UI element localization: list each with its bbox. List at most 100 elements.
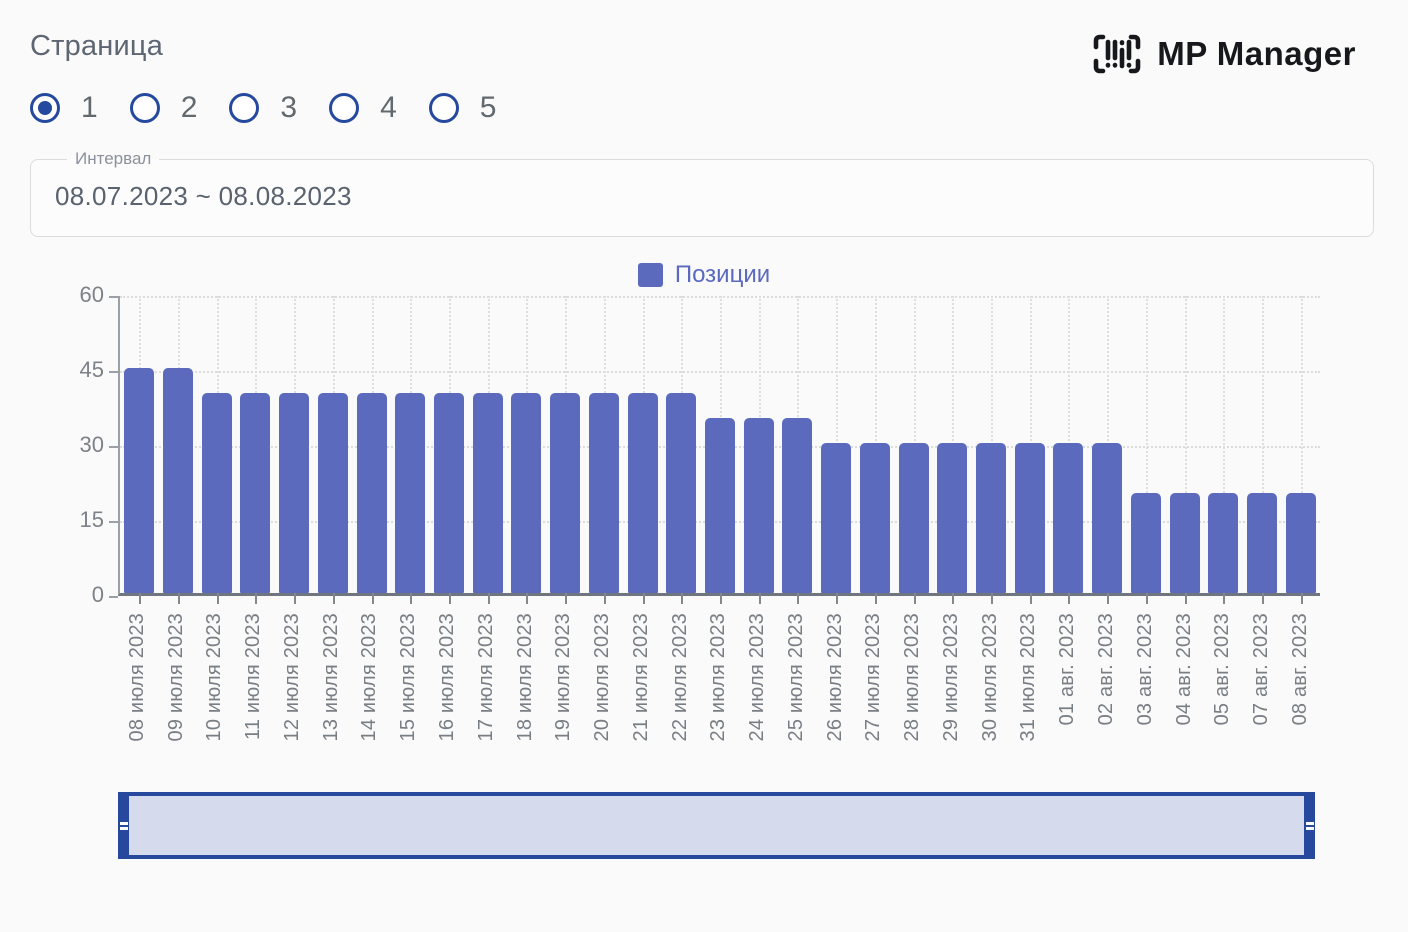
bar-slot <box>236 296 275 604</box>
interval-field[interactable]: Интервал 08.07.2023 ~ 08.08.2023 <box>30 149 1374 237</box>
bar-19 июля 2023[interactable] <box>550 393 581 593</box>
page-radio-2[interactable]: 2 <box>129 91 197 125</box>
x-axis-label: 13 июля 2023 <box>319 613 342 742</box>
x-axis-label: 08 авг. 2023 <box>1288 613 1311 726</box>
bar-26 июля 2023[interactable] <box>821 443 852 593</box>
bar-08 авг. 2023[interactable] <box>1285 493 1316 593</box>
bar-18 июля 2023[interactable] <box>511 393 542 593</box>
bar-slot <box>507 296 546 604</box>
bar-23 июля 2023[interactable] <box>704 418 735 593</box>
x-label-cell: 20 июля 2023 <box>583 596 622 774</box>
bar-slot <box>778 296 817 604</box>
bar-slot <box>1126 296 1165 604</box>
bar-13 июля 2023[interactable] <box>317 393 348 593</box>
bar-slot <box>701 296 740 604</box>
bar-11 июля 2023[interactable] <box>240 393 271 593</box>
bar-05 авг. 2023[interactable] <box>1208 493 1239 593</box>
page-radio-1[interactable]: 1 <box>30 91 98 125</box>
range-handle-right[interactable] <box>1304 792 1315 859</box>
x-axis-tick <box>1107 593 1110 604</box>
bar-27 июля 2023[interactable] <box>859 443 890 593</box>
bar-10 июля 2023[interactable] <box>201 393 232 593</box>
y-axis-label: 30 <box>79 431 104 457</box>
x-axis-tick <box>836 593 839 604</box>
x-axis-tick <box>216 593 219 604</box>
x-axis-tick <box>603 593 606 604</box>
bar-01 авг. 2023[interactable] <box>1053 443 1084 593</box>
x-axis-tick <box>294 593 297 604</box>
bar-slot <box>933 296 972 604</box>
y-axis-tick <box>109 371 118 373</box>
x-axis-label: 26 июля 2023 <box>823 613 846 742</box>
page-radio-3[interactable]: 3 <box>229 91 297 125</box>
x-label-cell: 02 авг. 2023 <box>1087 596 1126 774</box>
bar-15 июля 2023[interactable] <box>395 393 426 593</box>
bar-29 июля 2023[interactable] <box>937 443 968 593</box>
chart-legend-item[interactable]: Позиции <box>0 261 1408 289</box>
bar-30 июля 2023[interactable] <box>975 443 1006 593</box>
y-axis-tick <box>109 596 118 598</box>
bar-07 авг. 2023[interactable] <box>1246 493 1277 593</box>
bar-28 июля 2023[interactable] <box>898 443 929 593</box>
bar-24 июля 2023[interactable] <box>743 418 774 593</box>
x-axis-label: 07 авг. 2023 <box>1250 613 1273 726</box>
drag-grip-icon <box>119 820 128 832</box>
x-label-cell: 25 июля 2023 <box>777 596 816 774</box>
bar-31 июля 2023[interactable] <box>1014 443 1045 593</box>
x-axis-tick <box>371 593 374 604</box>
x-axis-label: 24 июля 2023 <box>746 613 769 742</box>
bar-slot <box>197 296 236 604</box>
page-radio-4[interactable]: 4 <box>329 91 397 125</box>
x-axis-tick <box>874 593 877 604</box>
x-label-cell: 11 июля 2023 <box>234 596 273 774</box>
bar-21 июля 2023[interactable] <box>627 393 658 593</box>
bar-17 июля 2023[interactable] <box>472 393 503 593</box>
x-label-cell: 08 июля 2023 <box>118 596 157 774</box>
interval-field-label: Интервал <box>75 149 152 168</box>
x-axis-tick <box>758 593 761 604</box>
x-axis-tick <box>1223 593 1226 604</box>
x-label-cell: 30 июля 2023 <box>971 596 1010 774</box>
x-axis-label: 04 авг. 2023 <box>1172 613 1195 726</box>
x-axis-label: 23 июля 2023 <box>707 613 730 742</box>
brand-name: MP Manager <box>1157 35 1356 72</box>
drag-grip-icon <box>1305 820 1314 832</box>
radio-label: 1 <box>81 91 98 124</box>
bar-slot <box>739 296 778 604</box>
page-header: Страница MP Manager <box>0 0 1408 74</box>
x-label-cell: 28 июля 2023 <box>893 596 932 774</box>
x-axis-label: 02 авг. 2023 <box>1095 613 1118 726</box>
x-label-cell: 09 июля 2023 <box>157 596 196 774</box>
bar-03 авг. 2023[interactable] <box>1130 493 1161 593</box>
range-handle-left[interactable] <box>118 792 129 859</box>
chart-range-scrollbar[interactable] <box>118 792 1315 859</box>
x-axis-tick <box>913 593 916 604</box>
bar-20 июля 2023[interactable] <box>588 393 619 593</box>
bar-22 июля 2023[interactable] <box>666 393 697 593</box>
bar-slot <box>817 296 856 604</box>
x-label-cell: 21 июля 2023 <box>622 596 661 774</box>
bar-25 июля 2023[interactable] <box>782 418 813 593</box>
x-axis-tick <box>487 593 490 604</box>
x-axis-tick <box>1068 593 1071 604</box>
radio-button-icon <box>30 93 60 123</box>
x-axis-label: 31 июля 2023 <box>1017 613 1040 742</box>
bar-02 авг. 2023[interactable] <box>1092 443 1123 593</box>
bar-04 авг. 2023[interactable] <box>1169 493 1200 593</box>
bar-14 июля 2023[interactable] <box>356 393 387 593</box>
x-axis-tick <box>719 593 722 604</box>
bar-16 июля 2023[interactable] <box>434 393 465 593</box>
x-axis-tick <box>642 593 645 604</box>
bar-12 июля 2023[interactable] <box>279 393 310 593</box>
bar-slot <box>585 296 624 604</box>
bar-08 июля 2023[interactable] <box>124 368 155 593</box>
bar-09 июля 2023[interactable] <box>163 368 194 593</box>
bar-slot <box>1281 296 1320 604</box>
page-radio-5[interactable]: 5 <box>428 91 496 125</box>
bar-slot <box>546 296 585 604</box>
x-axis-tick <box>990 593 993 604</box>
x-label-cell: 04 авг. 2023 <box>1165 596 1204 774</box>
y-axis-tick <box>109 521 118 523</box>
x-axis-label: 01 авг. 2023 <box>1056 613 1079 726</box>
x-axis-label: 10 июля 2023 <box>203 613 226 742</box>
